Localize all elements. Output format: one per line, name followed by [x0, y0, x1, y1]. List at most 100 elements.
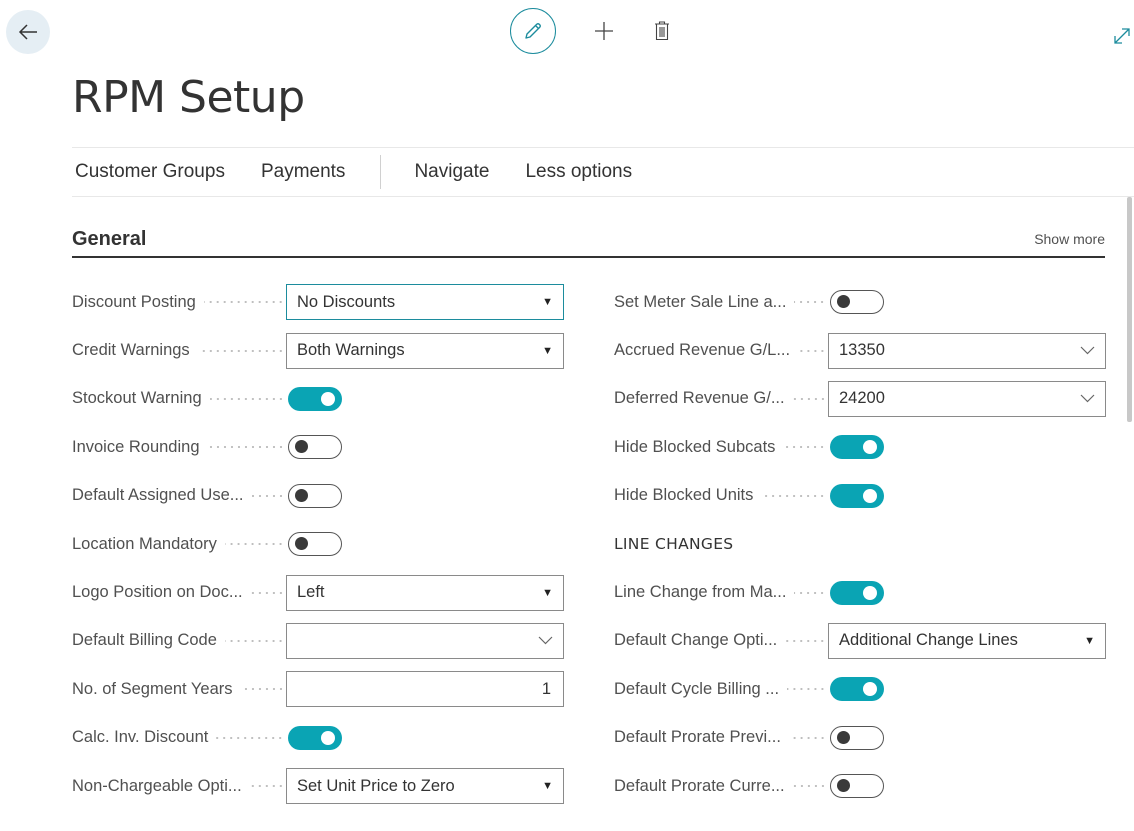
dropdown-select[interactable]: Both Warnings ▼	[286, 332, 564, 369]
toggle-switch[interactable]	[830, 774, 884, 799]
selected-value: Both Warnings	[297, 341, 405, 360]
field-label-text: Logo Position on Doc...	[72, 583, 243, 602]
label-leader-dots	[216, 736, 284, 739]
field-label-text: Accrued Revenue G/L...	[614, 341, 791, 360]
field-no-of-segment-years: No. of Segment Years 1	[72, 665, 564, 713]
lookup-value: 13350	[839, 341, 885, 360]
field-label-text: Set Meter Sale Line a...	[614, 292, 787, 311]
field-default-prorate-previ: Default Prorate Previ...	[614, 714, 1106, 762]
label-leader-dots	[792, 785, 826, 788]
field-label: No. of Segment Years	[72, 680, 286, 699]
new-button[interactable]	[586, 8, 622, 54]
field-label: Default Billing Code	[72, 631, 286, 650]
expand-button[interactable]	[1110, 24, 1134, 48]
action-customer-groups[interactable]: Customer Groups	[72, 161, 228, 183]
toggle-switch[interactable]	[830, 483, 884, 508]
field-set-meter-sale-line-a: Set Meter Sale Line a...	[614, 278, 1106, 326]
action-navigate[interactable]: Navigate	[411, 161, 492, 183]
action-bar: Customer Groups Payments Navigate Less o…	[72, 147, 1134, 197]
label-leader-dots	[251, 494, 284, 497]
selected-value: Left	[297, 583, 325, 602]
label-leader-dots	[224, 639, 284, 642]
field-label: Invoice Rounding	[72, 438, 286, 457]
label-leader-dots	[792, 397, 826, 400]
group-label: LINE CHANGES	[614, 535, 734, 554]
label-leader-dots	[207, 446, 284, 449]
toggle-knob	[837, 730, 850, 744]
toggle-switch[interactable]	[288, 386, 342, 411]
field-label: Default Assigned Use...	[72, 486, 286, 505]
action-divider	[380, 155, 382, 189]
field-label-text: Stockout Warning	[72, 389, 202, 408]
field-label-text: Default Change Opti...	[614, 631, 778, 650]
field-label-text: Default Prorate Previ...	[614, 728, 781, 747]
toggle-switch[interactable]	[830, 290, 884, 315]
toggle-knob	[863, 682, 877, 697]
dropdown-caret-icon: ▼	[1084, 634, 1095, 647]
label-leader-dots	[798, 349, 826, 352]
field-label: Deferred Revenue G/...	[614, 389, 828, 408]
toggle-knob	[863, 440, 877, 455]
plus-icon	[595, 22, 613, 40]
field-hide-blocked-units: Hide Blocked Units	[614, 472, 1106, 520]
field-label-text: Hide Blocked Subcats	[614, 437, 776, 456]
field-location-mandatory: Location Mandatory	[72, 520, 564, 568]
field-label-text: Invoice Rounding	[72, 437, 200, 456]
toggle-knob	[295, 537, 308, 551]
trash-icon	[655, 21, 669, 41]
action-payments[interactable]: Payments	[258, 161, 348, 183]
field-stockout-warning: Stockout Warning	[72, 375, 564, 423]
general-section-header: General Show more	[72, 222, 1105, 258]
label-leader-dots	[249, 785, 284, 788]
field-credit-warnings: Credit Warnings Both Warnings ▼	[72, 326, 564, 374]
toggle-switch[interactable]	[830, 435, 884, 460]
lookup-field[interactable]: 24200	[828, 380, 1106, 417]
toggle-switch[interactable]	[288, 725, 342, 750]
delete-button[interactable]	[644, 8, 680, 54]
toggle-knob	[837, 295, 850, 309]
number-input[interactable]: 1	[286, 671, 564, 708]
field-label: Default Prorate Curre...	[614, 777, 828, 796]
lookup-field[interactable]: 13350	[828, 332, 1106, 369]
page-actions	[510, 8, 680, 54]
field-label-text: Default Billing Code	[72, 631, 217, 650]
toggle-switch[interactable]	[830, 677, 884, 702]
toggle-switch[interactable]	[830, 725, 884, 750]
back-button[interactable]	[6, 10, 50, 54]
dropdown-select[interactable]: Left ▼	[286, 574, 564, 611]
field-label-text: Hide Blocked Units	[614, 486, 754, 505]
label-leader-dots	[788, 736, 826, 739]
label-leader-dots	[203, 301, 284, 304]
toggle-switch[interactable]	[288, 483, 342, 508]
dropdown-select[interactable]: Additional Change Lines ▼	[828, 622, 1106, 659]
field-label: Default Cycle Billing ...	[614, 680, 828, 699]
field-logo-position-on-doc: Logo Position on Doc... Left ▼	[72, 568, 564, 616]
field-default-cycle-billing: Default Cycle Billing ...	[614, 665, 1106, 713]
toggle-switch[interactable]	[830, 580, 884, 605]
label-leader-dots	[240, 688, 284, 691]
toggle-knob	[863, 585, 877, 600]
action-less-options[interactable]: Less options	[522, 161, 635, 183]
page-title: RPM Setup	[72, 72, 305, 123]
show-more-link[interactable]: Show more	[1034, 231, 1105, 247]
field-deferred-revenue-g: Deferred Revenue G/... 24200	[614, 375, 1106, 423]
field-label: Default Prorate Previ...	[614, 728, 828, 747]
field-line-change-from-ma: Line Change from Ma...	[614, 568, 1106, 616]
lookup-field[interactable]	[286, 622, 564, 659]
toggle-switch[interactable]	[288, 532, 342, 557]
dropdown-select[interactable]: Set Unit Price to Zero ▼	[286, 768, 564, 805]
field-non-chargeable-opti: Non-Chargeable Opti... Set Unit Price to …	[72, 762, 564, 810]
toggle-knob	[863, 488, 877, 503]
field-calc-inv-discount: Calc. Inv. Discount	[72, 714, 564, 762]
label-leader-dots	[250, 591, 284, 594]
field-default-change-opti: Default Change Opti... Additional Change …	[614, 617, 1106, 665]
label-leader-dots	[794, 301, 826, 304]
scrollbar[interactable]	[1127, 197, 1132, 422]
toggle-switch[interactable]	[288, 435, 342, 460]
toggle-knob	[295, 440, 308, 454]
dropdown-select[interactable]: No Discounts ▼	[286, 284, 564, 321]
field-label: Accrued Revenue G/L...	[614, 341, 828, 360]
field-label-text: Deferred Revenue G/...	[614, 389, 785, 408]
section-title[interactable]: General	[72, 228, 146, 251]
edit-button[interactable]	[510, 8, 556, 54]
